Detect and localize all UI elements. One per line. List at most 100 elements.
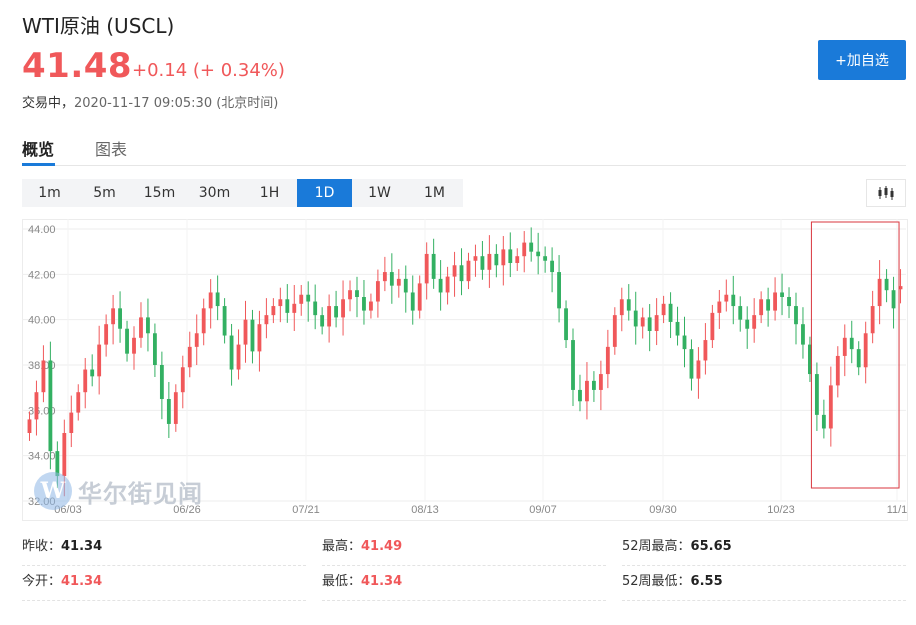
candle-body [264, 315, 269, 325]
candle-body [208, 292, 213, 309]
stat-52wk-low: 52周最低：6.55 [622, 567, 906, 601]
candle-body [647, 317, 652, 331]
candle-body [661, 303, 666, 316]
candle-body [118, 308, 122, 329]
candle-body [849, 337, 854, 350]
candle-body [152, 333, 157, 365]
candle-body [159, 365, 164, 399]
main-tabs: 概览 图表 [22, 132, 906, 166]
candle-body [41, 360, 46, 393]
stat-value: 6.55 [690, 574, 723, 589]
candle-body [884, 278, 889, 291]
stat-label: 52周最低： [622, 574, 691, 589]
candle-body [557, 272, 561, 309]
stat-52wk-high: 52周最高：65.65 [622, 532, 906, 566]
stat-prev-close: 昨收：41.34 [22, 532, 306, 566]
candle-body [759, 299, 764, 316]
candle-body [410, 292, 415, 311]
candle-body [626, 299, 631, 311]
candle-body [229, 335, 234, 370]
trading-status: 交易中，2020-11-17 09:05:30 (北京时间) [22, 92, 278, 111]
kline-svg: 44.0042.0040.0038.0036.0034.0032.0006/03… [22, 219, 908, 521]
stat-label: 最低： [322, 574, 362, 589]
tab-chart[interactable]: 图表 [95, 136, 127, 160]
range-1w[interactable]: 1W [352, 179, 407, 207]
candle-body [598, 374, 603, 390]
stat-value: 41.49 [361, 539, 403, 554]
range-1mo[interactable]: 1M [407, 179, 462, 207]
candle-body [821, 414, 826, 429]
candle-body [703, 340, 708, 361]
timeframe-selector: 1m 5m 15m 30m 1H 1D 1W 1M [22, 179, 463, 207]
candle-body [424, 253, 429, 284]
candle-body [689, 349, 694, 379]
candle-body [682, 335, 687, 350]
candle-body [222, 306, 227, 336]
candle-body [104, 324, 109, 345]
candle-body [76, 392, 81, 413]
candle-body [369, 301, 373, 311]
candle-body [494, 253, 499, 266]
status-timestamp: 2020-11-17 09:05:30 (北京时间) [74, 96, 279, 111]
candle-body [501, 249, 506, 266]
x-tick-label: 10/23 [767, 504, 795, 516]
candle-body [668, 303, 673, 322]
tab-overview[interactable]: 概览 [22, 136, 54, 160]
candle-body [180, 367, 185, 393]
candle-body [236, 344, 241, 370]
candle-body [856, 349, 861, 368]
candle-body [27, 419, 32, 433]
add-watchlist-button[interactable]: +加自选 [818, 40, 906, 80]
candle-body [787, 297, 791, 307]
candle-body [842, 337, 847, 356]
stat-value: 41.34 [61, 539, 103, 554]
y-tick-label: 44.00 [28, 224, 56, 236]
candle-body [83, 369, 88, 393]
range-5m[interactable]: 5m [77, 179, 132, 207]
candle-body [717, 301, 722, 313]
candle-body [417, 283, 422, 311]
candle-body [438, 278, 443, 293]
candle-body [466, 260, 471, 282]
stat-high: 最高：41.49 [322, 532, 606, 566]
stat-label: 今开： [22, 574, 62, 589]
stat-value: 41.34 [61, 574, 103, 589]
candle-body [173, 392, 178, 424]
price-change: +0.14 (+ 0.34%) [132, 60, 285, 81]
stat-label: 昨收： [22, 539, 62, 554]
range-1m[interactable]: 1m [22, 179, 77, 207]
candle-body [515, 256, 520, 263]
candle-body [285, 299, 290, 313]
range-30m[interactable]: 30m [187, 179, 242, 207]
candle-body [62, 433, 67, 477]
range-1d[interactable]: 1D [297, 179, 352, 207]
range-1h[interactable]: 1H [242, 179, 297, 207]
candle-body [564, 308, 568, 341]
candle-body [69, 412, 74, 433]
candle-body [619, 299, 624, 316]
y-tick-label: 42.00 [28, 269, 56, 281]
x-tick-label: 09/07 [529, 504, 557, 516]
y-tick-label: 40.00 [28, 315, 56, 327]
candle-body [313, 301, 318, 316]
candle-body [396, 278, 401, 286]
range-15m[interactable]: 15m [132, 179, 187, 207]
kline-chart[interactable]: 44.0042.0040.0038.0036.0034.0032.0006/03… [22, 219, 908, 521]
candle-body [215, 292, 220, 307]
candle-body [612, 315, 617, 347]
stat-value: 41.34 [361, 574, 403, 589]
candle-body [794, 306, 798, 325]
candle-body [320, 315, 325, 327]
candle-body [327, 306, 332, 327]
candle-body [55, 451, 60, 477]
stat-open: 今开：41.34 [22, 567, 306, 601]
candle-body [348, 290, 352, 300]
candle-body [306, 294, 311, 302]
chart-type-button[interactable] [866, 179, 906, 207]
candle-body [654, 315, 659, 331]
status-label: 交易中， [22, 96, 75, 111]
highlight-box [810, 221, 900, 489]
y-tick-label: 32.00 [28, 496, 56, 508]
candle-body [459, 265, 464, 282]
candle-body [605, 346, 610, 375]
